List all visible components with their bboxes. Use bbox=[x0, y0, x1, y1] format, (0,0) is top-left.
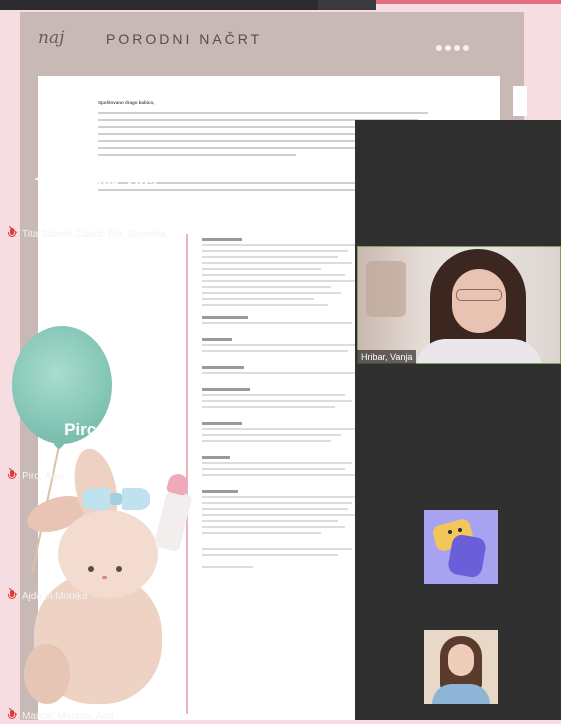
section-divider bbox=[186, 234, 188, 714]
participant-3-label-text: Pirc, Anja bbox=[22, 471, 65, 482]
participant-1-name: Tita Stanek Zida... bbox=[35, 176, 171, 193]
muted-mic-icon bbox=[8, 226, 18, 240]
bunny-head bbox=[58, 510, 158, 598]
letter-greeting: Spoštovano drago babico, bbox=[98, 100, 155, 105]
brand-logo: naj bbox=[38, 28, 65, 48]
video-name-tag: Hribar, Vanja bbox=[357, 350, 417, 364]
top-pink-bar bbox=[376, 0, 561, 4]
participant-4-label-text: Ajda in Monika bbox=[22, 591, 88, 602]
participant-5-label[interactable]: Manca, Martina, Ana bbox=[8, 708, 114, 724]
participant-3-name: Pirc, Anja bbox=[64, 420, 142, 439]
participant-4-label[interactable]: Ajda in Monika bbox=[8, 588, 88, 604]
bunny-eye-left bbox=[88, 566, 94, 572]
participant-video-tile[interactable] bbox=[357, 246, 561, 364]
participant-1-label[interactable]: Tita Stanek Zidaric EN, Slovenia bbox=[8, 226, 166, 242]
more-dots-icon bbox=[436, 38, 472, 56]
bunny-eye-right bbox=[116, 566, 122, 572]
participant-1-label-text: Tita Stanek Zidaric EN, Slovenia bbox=[22, 229, 166, 240]
document-title: PORODNI NAČRT bbox=[106, 31, 263, 47]
photo-avatar[interactable] bbox=[424, 630, 498, 704]
cartoon-avatar[interactable] bbox=[424, 510, 498, 584]
plan-sections bbox=[202, 232, 372, 572]
document-header: naj PORODNI NAČRT bbox=[20, 12, 524, 74]
participant-3-label[interactable]: Pirc, Anja bbox=[8, 468, 65, 484]
bunny-nose bbox=[102, 576, 107, 579]
participant-5-label-text: Manca, Martina, Ana bbox=[22, 711, 114, 722]
muted-mic-icon bbox=[8, 468, 18, 482]
top-dark-bar bbox=[0, 0, 376, 10]
muted-mic-icon bbox=[8, 708, 18, 722]
bunny-leg bbox=[24, 644, 70, 704]
bunny-bow bbox=[82, 486, 152, 512]
muted-mic-icon bbox=[8, 588, 18, 602]
